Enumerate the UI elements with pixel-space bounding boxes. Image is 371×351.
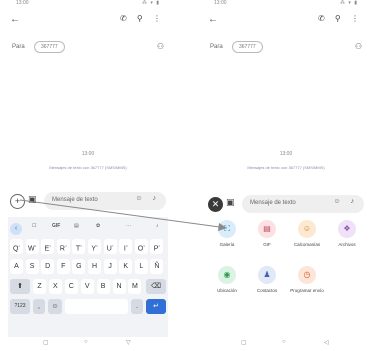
annotation-arrow	[19, 199, 228, 231]
